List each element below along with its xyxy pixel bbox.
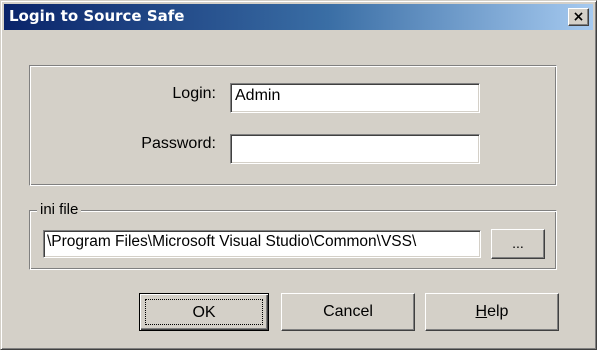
- ini-file-legend: ini file: [37, 201, 82, 218]
- login-label: Login:: [172, 85, 216, 102]
- ok-button[interactable]: OK: [139, 293, 269, 331]
- ok-button-label: OK: [145, 299, 263, 325]
- login-field[interactable]: Admin: [230, 83, 480, 113]
- password-field[interactable]: [230, 134, 480, 164]
- browse-button[interactable]: ...: [491, 229, 545, 259]
- close-icon[interactable]: ×: [568, 8, 589, 26]
- dialog-title: Login to Source Safe: [9, 7, 185, 25]
- help-mnemonic: H: [475, 303, 488, 320]
- ini-path-field[interactable]: \Program Files\Microsoft Visual Studio\C…: [43, 230, 481, 258]
- login-dialog: Login to Source Safe × Login: Admin Pass…: [0, 0, 597, 350]
- help-label-rest: elp: [487, 303, 509, 320]
- help-button[interactable]: Help: [425, 293, 559, 331]
- cancel-button[interactable]: Cancel: [281, 293, 415, 331]
- title-bar[interactable]: Login to Source Safe ×: [4, 4, 593, 30]
- password-label: Password:: [141, 135, 216, 152]
